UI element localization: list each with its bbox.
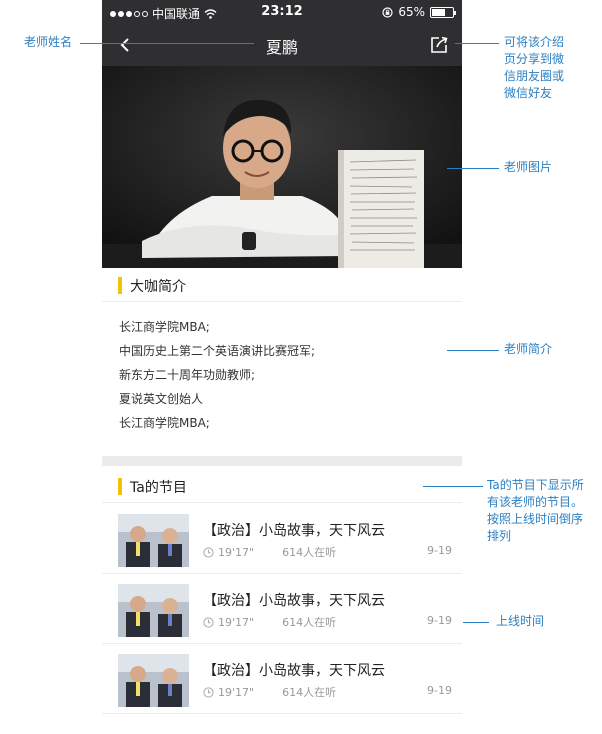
intro-line: 长江商学院MBA; (119, 320, 210, 334)
program-meta: 19'17" 614人在听 (203, 544, 336, 560)
share-button[interactable] (426, 32, 452, 58)
program-title: 【政治】小岛故事，天下风云 (203, 523, 385, 539)
program-duration: 19'17" (218, 615, 255, 629)
annotation-share-line: 可将该介绍 (504, 35, 565, 49)
programs-section-header: Ta的节目 (102, 469, 462, 503)
annotation-programs: Ta的节目下显示所 有该老师的节目。 按照上线时间倒序 排列 (487, 477, 584, 545)
annotation-line (447, 168, 499, 169)
annotation-programs-line: 有该老师的节目。 (487, 495, 584, 509)
program-title: 【政治】小岛故事，天下风云 (203, 593, 385, 609)
program-item[interactable]: 【政治】小岛故事，天下风云 19'17" 614人在听 9-19 (102, 504, 462, 574)
intro-line: 新东方二十周年功勋教师; (119, 368, 256, 382)
annotation-programs-line: Ta的节目下显示所 (487, 478, 584, 492)
share-icon (431, 36, 448, 53)
nav-bar: 夏鹏 (102, 24, 462, 66)
program-date: 9-19 (427, 614, 452, 627)
program-listeners: 614人在听 (282, 546, 337, 559)
battery-icon (430, 6, 456, 18)
annotation-line (423, 486, 483, 487)
intro-line: 中国历史上第二个英语演讲比赛冠军; (119, 344, 316, 358)
program-duration: 19'17" (218, 545, 255, 559)
intro-section-title: 大咖简介 (130, 279, 186, 295)
battery-level (432, 8, 445, 16)
teacher-portrait-image (102, 66, 462, 268)
intro-line: 夏说英文创始人 (119, 392, 204, 406)
program-listeners: 614人在听 (282, 686, 337, 699)
teacher-photo (102, 66, 462, 268)
annotation-teacher-name: 老师姓名 (24, 35, 73, 49)
program-meta: 19'17" 614人在听 (203, 614, 336, 630)
annotation-teacher-photo: 老师图片 (504, 160, 553, 174)
annotation-line (447, 350, 499, 351)
program-thumbnail (118, 584, 189, 637)
program-listeners: 614人在听 (282, 616, 337, 629)
program-meta: 19'17" 614人在听 (203, 684, 336, 700)
programs-section-title: Ta的节目 (130, 480, 187, 496)
annotation-line (463, 622, 489, 623)
program-thumbnail (118, 514, 189, 567)
clock-icon (203, 686, 214, 698)
annotation-share-line: 页分享到微 (504, 52, 565, 66)
annotation-share-line: 微信好友 (504, 86, 553, 100)
intro-section-header: 大咖简介 (102, 268, 462, 302)
annotation-online-time: 上线时间 (496, 614, 545, 628)
annotation-line (455, 43, 499, 44)
section-divider (102, 456, 462, 466)
annotation-line (80, 43, 254, 44)
program-title: 【政治】小岛故事，天下风云 (203, 663, 385, 679)
annotation-programs-line: 排列 (487, 529, 512, 543)
status-right: 65% (382, 5, 456, 19)
intro-line: 长江商学院MBA; (119, 416, 210, 430)
battery-percent: 65% (398, 5, 425, 19)
section-accent-bar (118, 478, 122, 495)
program-date: 9-19 (427, 544, 452, 557)
section-accent-bar (118, 277, 122, 294)
program-item[interactable]: 【政治】小岛故事，天下风云 19'17" 614人在听 9-19 (102, 574, 462, 644)
annotation-programs-line: 按照上线时间倒序 (487, 512, 584, 526)
program-date: 9-19 (427, 684, 452, 697)
page-title: 夏鹏 (265, 38, 298, 57)
program-thumbnail (118, 654, 189, 707)
annotation-teacher-intro: 老师简介 (504, 342, 553, 356)
clock-icon (203, 546, 214, 558)
phone-screen: 中国联通 23:12 65% 夏鹏 大咖简介 长江商学院MBA; 中国历史上第二… (102, 0, 462, 734)
status-bar: 中国联通 23:12 65% (102, 0, 462, 24)
annotation-share: 可将该介绍 页分享到微 信朋友圈或 微信好友 (504, 34, 564, 102)
clock-icon (203, 616, 214, 628)
program-item[interactable]: 【政治】小岛故事，天下风云 19'17" 614人在听 9-19 (102, 644, 462, 714)
rotation-lock-icon (382, 6, 393, 18)
annotation-share-line: 信朋友圈或 (504, 69, 565, 83)
program-duration: 19'17" (218, 685, 255, 699)
